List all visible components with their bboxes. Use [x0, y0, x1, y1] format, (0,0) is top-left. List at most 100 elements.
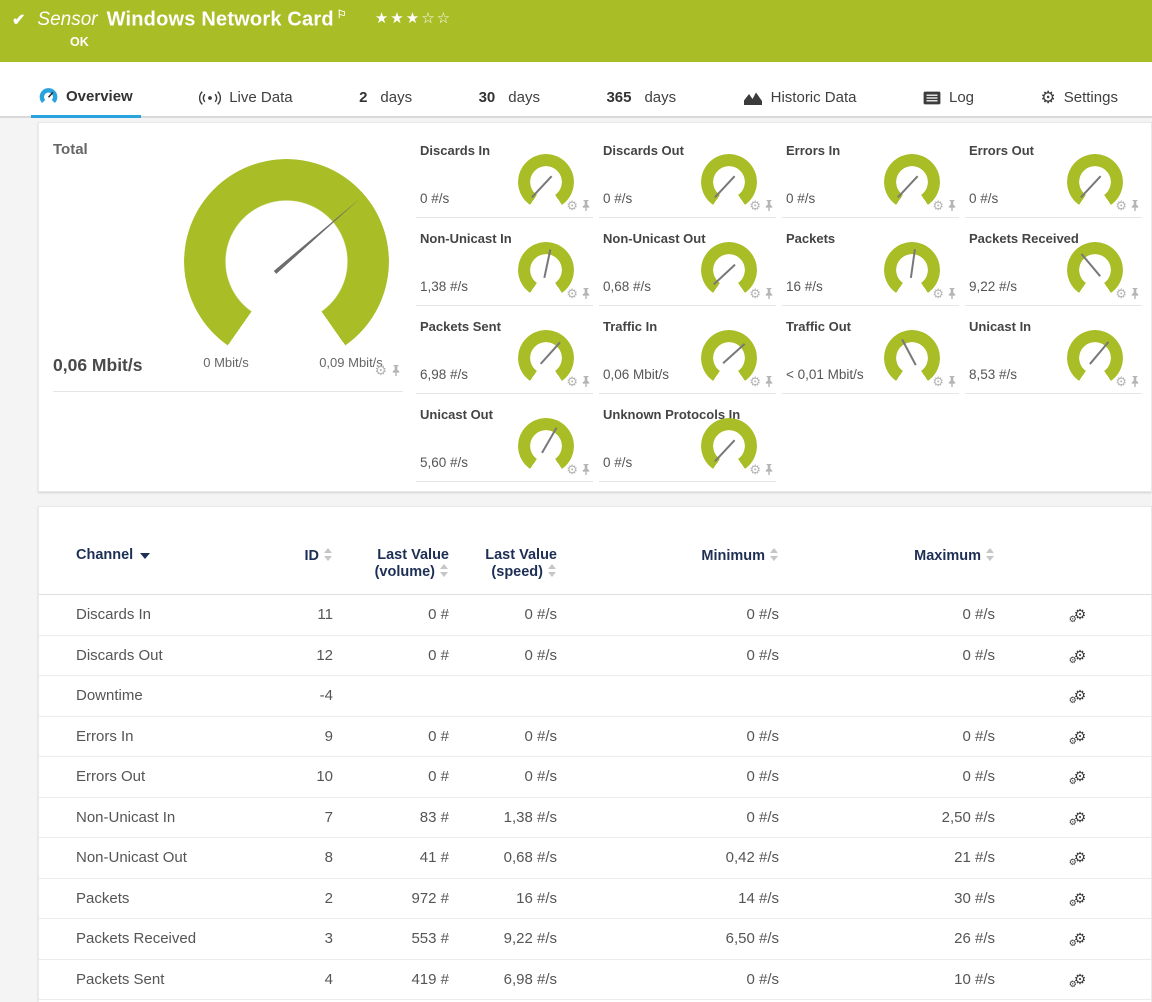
area-chart-icon [743, 90, 763, 106]
gauge-card-unicast-in: Unicast In 8,53 #/s ⚙ [965, 306, 1142, 394]
gear-icon[interactable]: ⚙ [749, 375, 761, 388]
column-header-channel[interactable]: Channel [39, 547, 279, 595]
pin-icon[interactable] [947, 200, 957, 211]
gear-icon[interactable]: ⚙ [566, 463, 578, 476]
gear-icon[interactable]: ⚙ [1115, 199, 1127, 212]
pin-icon[interactable] [764, 376, 774, 387]
column-label: Last Value [333, 547, 449, 563]
sensor-kind-label: Sensor [37, 9, 97, 31]
gauge-label: Traffic In [603, 319, 657, 334]
tab-30-days[interactable]: 30 days [475, 89, 544, 116]
pin-icon[interactable] [1130, 376, 1140, 387]
tab-number: 2 [359, 89, 367, 106]
last-value-speed: 16 #/s [449, 878, 557, 919]
last-value-volume: 41 # [333, 838, 449, 879]
column-header-actions [995, 547, 1152, 595]
gear-icon[interactable]: ⚙ [932, 287, 944, 300]
minimum-value: 0 #/s [557, 959, 779, 1000]
maximum-value: 10 #/s [779, 959, 995, 1000]
tab-historic-data[interactable]: Historic Data [739, 89, 861, 116]
minimum-value: 0 #/s [557, 595, 779, 636]
channel-settings-icon[interactable]: ⚙⚙ [1074, 607, 1087, 621]
channel-settings-icon[interactable]: ⚙⚙ [1074, 729, 1087, 743]
pin-icon[interactable] [947, 376, 957, 387]
gauge-label: Packets Received [969, 231, 1079, 246]
channel-settings-icon[interactable]: ⚙⚙ [1074, 931, 1087, 945]
channel-id: 4 [279, 959, 333, 1000]
channel-settings-icon[interactable]: ⚙⚙ [1074, 850, 1087, 864]
last-value-volume [333, 676, 449, 717]
channel-settings-icon[interactable]: ⚙⚙ [1074, 769, 1087, 783]
gear-icon: ⚙ [1041, 89, 1056, 106]
gauge-value: 0 #/s [786, 191, 815, 206]
pin-icon[interactable] [1130, 200, 1140, 211]
gear-icon[interactable]: ⚙ [1115, 287, 1127, 300]
gear-icon[interactable]: ⚙ [932, 199, 944, 212]
channel-settings-icon[interactable]: ⚙⚙ [1074, 648, 1087, 662]
gear-icon[interactable]: ⚙ [749, 463, 761, 476]
column-header-id[interactable]: ID [279, 547, 333, 595]
gauge-value: 5,60 #/s [420, 455, 468, 470]
pin-icon[interactable] [581, 288, 591, 299]
pin-icon[interactable] [391, 365, 401, 376]
channel-settings-icon[interactable]: ⚙⚙ [1074, 810, 1087, 824]
pin-icon[interactable] [581, 376, 591, 387]
pin-icon[interactable] [764, 200, 774, 211]
channel-id: 2 [279, 878, 333, 919]
total-gauge-label: Total [53, 141, 88, 158]
gauge-label: Non-Unicast Out [603, 231, 706, 246]
column-sublabel: (speed) [491, 564, 543, 580]
gear-icon[interactable]: ⚙ [932, 375, 944, 388]
pin-icon[interactable] [764, 464, 774, 475]
column-label: Minimum [701, 548, 765, 564]
gauge-card-traffic-in: Traffic In 0,06 Mbit/s ⚙ [599, 306, 776, 394]
tab-log[interactable]: Log [919, 89, 978, 116]
tab-365-days[interactable]: 365 days [602, 89, 680, 116]
channels-table: Channel ID Last Value(volume) Last Value… [39, 547, 1152, 1000]
tab-settings[interactable]: ⚙ Settings [1037, 89, 1122, 116]
priority-stars[interactable]: ★★★☆☆ [375, 9, 452, 27]
tab-label: days [380, 89, 412, 106]
gauge-value: 0 #/s [420, 191, 449, 206]
gear-icon[interactable]: ⚙ [566, 287, 578, 300]
pin-icon[interactable] [947, 288, 957, 299]
gear-icon[interactable]: ⚙ [566, 199, 578, 212]
column-header-last-value-speed[interactable]: Last Value(speed) [449, 547, 557, 595]
column-header-maximum[interactable]: Maximum [779, 547, 995, 595]
channel-settings-icon[interactable]: ⚙⚙ [1074, 972, 1087, 986]
last-value-speed: 0 #/s [449, 716, 557, 757]
pin-icon[interactable] [581, 200, 591, 211]
channel-settings-icon[interactable]: ⚙⚙ [1074, 688, 1087, 702]
gear-icon[interactable]: ⚙ [566, 375, 578, 388]
gear-icon[interactable]: ⚙ [749, 287, 761, 300]
gauge-card-packets-sent: Packets Sent 6,98 #/s ⚙ [416, 306, 593, 394]
tab-label: days [508, 89, 540, 106]
last-value-speed: 6,98 #/s [449, 959, 557, 1000]
gear-icon[interactable]: ⚙ [749, 199, 761, 212]
channel-settings-icon[interactable]: ⚙⚙ [1074, 891, 1087, 905]
channel-id: 11 [279, 595, 333, 636]
stars-empty: ☆☆ [421, 10, 452, 27]
gear-icon[interactable]: ⚙ [1115, 375, 1127, 388]
sensor-title-text: Windows Network Card [107, 9, 334, 31]
minimum-value: 14 #/s [557, 878, 779, 919]
column-label: Channel [76, 547, 133, 563]
column-header-minimum[interactable]: Minimum [557, 547, 779, 595]
pin-icon[interactable] [581, 464, 591, 475]
tab-overview[interactable]: Overview [35, 87, 137, 116]
pin-icon[interactable] [1130, 288, 1140, 299]
gauge-card-errors-out: Errors Out 0 #/s ⚙ [965, 130, 1142, 218]
gear-icon[interactable]: ⚙ [374, 363, 387, 377]
stars-filled: ★★★ [375, 10, 421, 27]
tab-2-days[interactable]: 2 days [355, 89, 416, 116]
table-row: Packets Sent 4 419 # 6,98 #/s 0 #/s 10 #… [39, 959, 1152, 1000]
column-header-last-value-volume[interactable]: Last Value(volume) [333, 547, 449, 595]
flag-icon[interactable]: ⚐ [337, 9, 347, 21]
gauge-card-non-unicast-in: Non-Unicast In 1,38 #/s ⚙ [416, 218, 593, 306]
tab-live-data[interactable]: Live Data [195, 89, 296, 116]
maximum-value [779, 676, 995, 717]
sort-icon [440, 564, 449, 577]
pin-icon[interactable] [764, 288, 774, 299]
channel-id: 9 [279, 716, 333, 757]
gauge-value: 6,98 #/s [420, 367, 468, 382]
